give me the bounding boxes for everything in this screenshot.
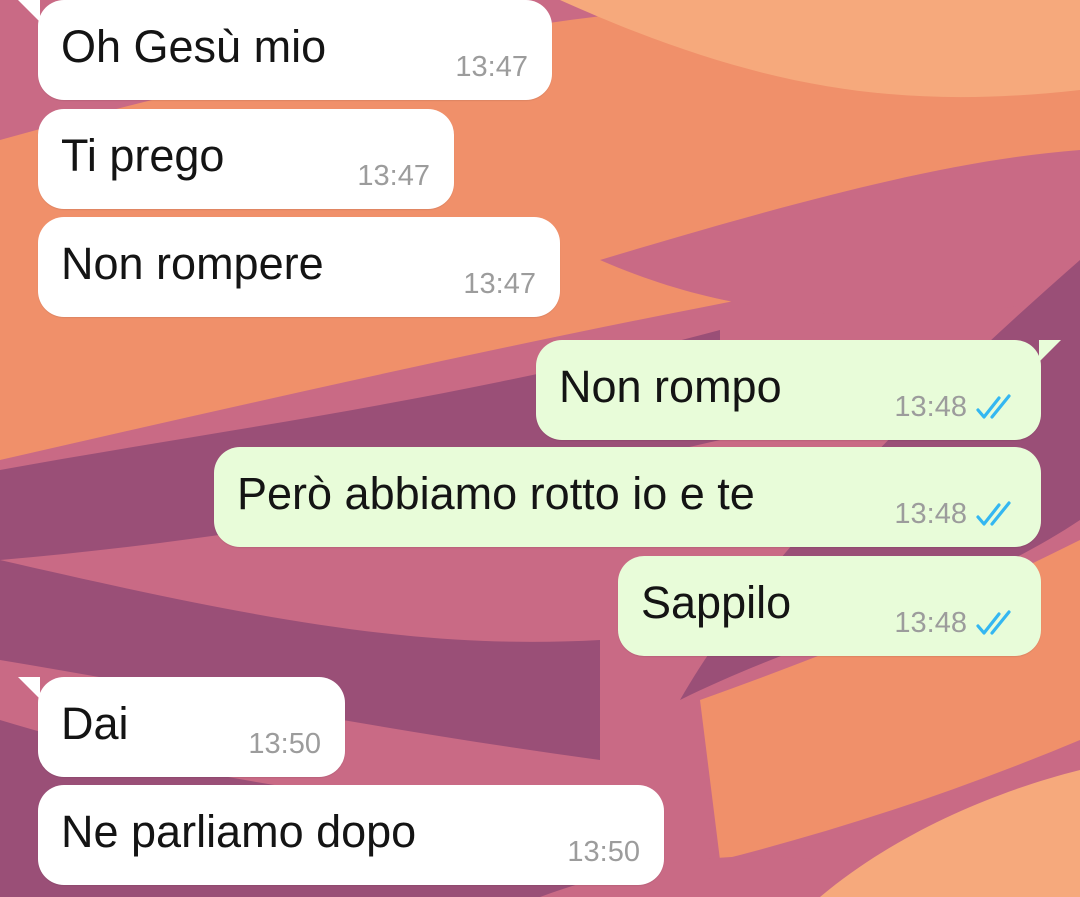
bubble-tail <box>18 677 40 699</box>
double-check-read-icon <box>976 610 1011 635</box>
message-text: Dai <box>61 698 129 749</box>
message-timestamp: 13:48 <box>894 607 967 639</box>
incoming-message-bubble[interactable]: Dai 13:50 <box>18 677 345 777</box>
message-timestamp: 13:47 <box>463 268 536 300</box>
message-timestamp: 13:47 <box>357 160 430 192</box>
incoming-message-bubble[interactable]: Oh Gesù mio 13:47 <box>18 0 552 100</box>
outgoing-message-bubble[interactable]: Però abbiamo rotto io e te 13:48 <box>214 447 1041 547</box>
bubble-tail <box>1039 340 1061 362</box>
incoming-message-bubble[interactable]: Non rompere 13:47 <box>38 217 560 317</box>
message-text: Ne parliamo dopo <box>61 806 417 857</box>
message-text: Però abbiamo rotto io e te <box>237 468 755 519</box>
bubble-tail <box>18 0 40 22</box>
incoming-message-bubble[interactable]: Ne parliamo dopo 13:50 <box>38 785 664 885</box>
outgoing-message-bubble[interactable]: Non rompo 13:48 <box>536 340 1061 440</box>
message-timestamp: 13:48 <box>894 498 967 530</box>
message-timestamp: 13:50 <box>248 728 321 760</box>
message-timestamp: 13:48 <box>894 391 967 423</box>
message-text: Non rompere <box>61 238 324 289</box>
message-text: Sappilo <box>641 577 792 628</box>
incoming-message-bubble[interactable]: Ti prego 13:47 <box>38 109 454 209</box>
message-text: Non rompo <box>559 361 782 412</box>
message-text: Ti prego <box>61 130 225 181</box>
message-text: Oh Gesù mio <box>61 21 327 72</box>
outgoing-message-bubble[interactable]: Sappilo 13:48 <box>618 556 1041 656</box>
message-timestamp: 13:50 <box>567 836 640 868</box>
double-check-read-icon <box>976 394 1011 419</box>
double-check-read-icon <box>976 501 1011 526</box>
message-timestamp: 13:47 <box>455 51 528 83</box>
